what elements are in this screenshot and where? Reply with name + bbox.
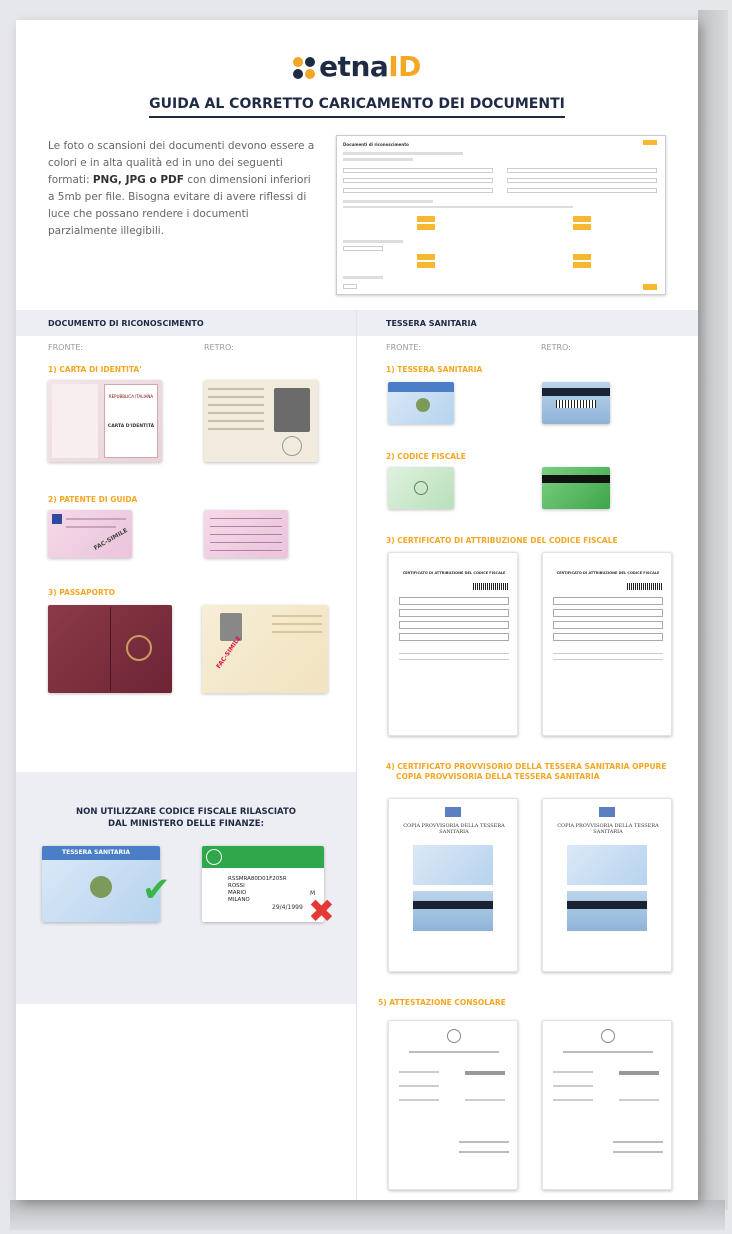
copia-title: COPIA PROVVISORIA DELLA TESSERA SANITARI… (403, 823, 505, 835)
cross-icon: ✖ (308, 892, 335, 930)
form-preview-button (573, 224, 591, 230)
fac-simile-stamp: FAC-SIMILE (92, 527, 129, 552)
consular-attestation-front-image (388, 1020, 518, 1190)
check-icon: ✔ (142, 870, 171, 910)
logo-text-etna: etna (319, 50, 389, 83)
front-label: FRONTE: (386, 343, 422, 352)
section-title-riconoscimento: DOCUMENTO DI RICONOSCIMENTO (48, 319, 204, 328)
passport-back-image: FAC-SIMILE (202, 605, 328, 693)
back-label: RETRO: (204, 343, 234, 352)
front-label: FRONTE: (48, 343, 84, 352)
fiscal-code-certificate-front-image: CERTIFICATO DI ATTRIBUZIONE DEL CODICE F… (388, 552, 518, 736)
page-title-text: GUIDA AL CORRETTO CARICAMENTO DEI DOCUME… (149, 96, 565, 118)
background-blur-right (698, 10, 728, 1210)
id-card-back-image (204, 380, 318, 462)
driving-license-back-image (204, 510, 288, 558)
form-preview-title: Documenti di riconoscimento (343, 142, 409, 147)
logo-text-id: ID (388, 50, 421, 83)
intro-formats: PNG, JPG o PDF (92, 174, 184, 186)
item-tessera-sanitaria: 1) TESSERA SANITARIA (386, 365, 483, 374)
good-card-title: TESSERA SANITARIA (62, 849, 131, 856)
id-card-front-image: REPUBBLICA ITALIANA CARTA D'IDENTITÀ (48, 380, 162, 462)
form-preview-button (417, 224, 435, 230)
item-certificato-attribuzione: 3) CERTIFICATO DI ATTRIBUZIONE DEL CODIC… (386, 536, 618, 545)
column-divider (356, 310, 357, 1200)
page-title: GUIDA AL CORRETTO CARICAMENTO DEI DOCUME… (16, 96, 698, 118)
item-certificato-provvisorio: 4) CERTIFICATO PROVVISORIO DELLA TESSERA… (386, 762, 667, 771)
item-copia-provvisoria: COPIA PROVVISORIA DELLA TESSERA SANITARI… (396, 772, 600, 781)
wrong-fiscal-code-card-image: RSSMRA80D01F205R ROSSI MARIO MILANO M 29… (202, 846, 324, 922)
section-title-tessera: TESSERA SANITARIA (386, 319, 477, 328)
provisional-card-copy-back-image: COPIA PROVVISORIA DELLA TESSERA SANITARI… (542, 798, 672, 972)
back-label: RETRO: (541, 343, 571, 352)
item-attestazione-consolare: 5) ATTESTAZIONE CONSOLARE (378, 998, 506, 1007)
provisional-card-copy-front-image: COPIA PROVVISORIA DELLA TESSERA SANITARI… (388, 798, 518, 972)
bad-card-city: MILANO (228, 897, 250, 903)
certificate-title: CERTIFICATO DI ATTRIBUZIONE DEL CODICE F… (556, 571, 660, 575)
fiscal-code-back-image (542, 467, 610, 509)
passport-front-image (48, 605, 172, 693)
item-passaporto: 3) PASSAPORTO (48, 588, 115, 597)
warning-title: NON UTILIZZARE CODICE FISCALE RILASCIATO… (16, 806, 356, 830)
guide-sheet: etnaID GUIDA AL CORRETTO CARICAMENTO DEI… (16, 20, 698, 1200)
upload-form-preview: Documenti di riconoscimento (336, 135, 666, 295)
form-preview-button (417, 254, 435, 260)
item-codice-fiscale: 2) CODICE FISCALE (386, 452, 466, 461)
copia-title: COPIA PROVVISORIA DELLA TESSERA SANITARI… (557, 823, 659, 835)
consular-attestation-back-image (542, 1020, 672, 1190)
id-card-title-text: CARTA D'IDENTITÀ (107, 424, 155, 429)
bad-card-date: 29/4/1999 (272, 904, 303, 911)
form-preview-button (417, 262, 435, 268)
form-preview-button (643, 140, 657, 145)
bad-card-name: MARIO (228, 890, 247, 896)
logo-mark-icon (293, 57, 316, 79)
etnaid-logo: etnaID (16, 50, 698, 83)
fiscal-code-certificate-back-image: CERTIFICATO DI ATTRIBUZIONE DEL CODICE F… (542, 552, 672, 736)
id-card-republic-text: REPUBBLICA ITALIANA (108, 394, 154, 399)
item-patente: 2) PATENTE DI GUIDA (48, 495, 138, 504)
certificate-title: CERTIFICATO DI ATTRIBUZIONE DEL CODICE F… (402, 571, 506, 575)
health-card-front-image (388, 382, 454, 424)
intro-text: Le foto o scansioni dei documenti devono… (48, 138, 318, 240)
warning-line-2: DAL MINISTERO DELLE FINANZE: (108, 819, 264, 829)
health-card-back-image (542, 382, 610, 424)
driving-license-front-image: FAC-SIMILE (48, 510, 132, 558)
background-blur-bottom (10, 1200, 725, 1230)
warning-line-1: NON UTILIZZARE CODICE FISCALE RILASCIATO (75, 807, 296, 817)
bad-card-surname: ROSSI (228, 883, 245, 889)
bad-card-code: RSSMRA80D01F205R (228, 876, 287, 882)
form-preview-button (573, 254, 591, 260)
item-carta-identita: 1) CARTA DI IDENTITA' (48, 365, 142, 374)
fiscal-code-front-image (388, 467, 454, 509)
form-preview-button (573, 262, 591, 268)
form-preview-button (573, 216, 591, 222)
form-preview-button (643, 284, 657, 290)
form-preview-button (417, 216, 435, 222)
